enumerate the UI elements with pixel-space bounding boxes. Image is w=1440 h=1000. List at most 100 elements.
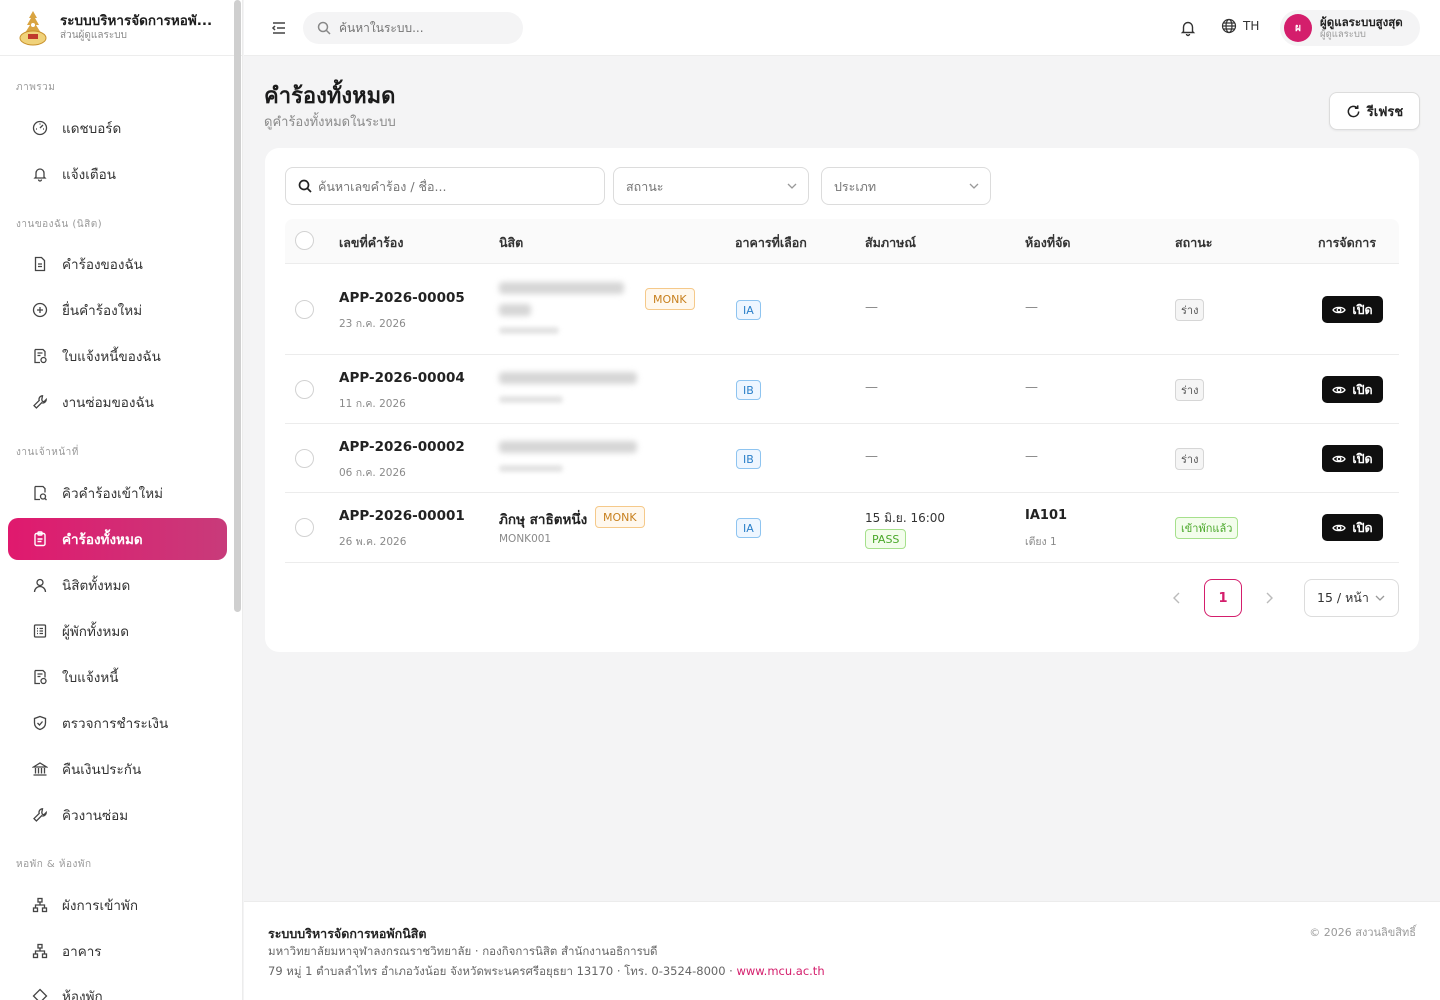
status-badge: ร่าง <box>1175 299 1205 321</box>
footer-website-link[interactable]: www.mcu.ac.th <box>737 964 825 978</box>
status-filter-input[interactable] <box>626 178 746 194</box>
select-all-checkbox[interactable] <box>295 231 314 250</box>
type-filter-input[interactable] <box>834 178 934 194</box>
sitemap-icon <box>32 897 48 913</box>
pagination-current-page[interactable]: 1 <box>1204 579 1242 617</box>
sidebar-item-deposit-refund[interactable]: คืนเงินประกัน <box>8 748 227 790</box>
sidebar-scrollbar[interactable] <box>234 0 241 612</box>
monk-tag: MONK <box>595 506 645 528</box>
building-tag: IB <box>736 380 761 400</box>
row-checkbox[interactable] <box>295 449 314 468</box>
brand-subtitle: ส่วนผู้ดูแลระบบ <box>60 30 127 41</box>
chevron-down-icon <box>1375 595 1385 601</box>
section-label-staff: งานเจ้าหน้าที่ <box>16 447 79 458</box>
brand[interactable]: ระบบบริหารจัดการหอพั... ส่วนผู้ดูแลระบบ <box>0 0 242 56</box>
row-checkbox[interactable] <box>295 300 314 319</box>
sidebar-item-all-requests[interactable]: คำร้องทั้งหมด <box>8 518 227 560</box>
interview-empty: — <box>865 380 878 395</box>
sidebar-item-rooms[interactable]: ห้องพัก <box>8 975 227 1000</box>
monk-tag: MONK <box>645 288 695 310</box>
sidebar-item-notifications[interactable]: แจ้งเตือน <box>8 153 227 195</box>
room-empty: — <box>1025 380 1038 395</box>
redacted-student-code <box>499 465 563 472</box>
sidebar-item-all-students[interactable]: นิสิตทั้งหมด <box>8 564 227 606</box>
column-header[interactable]: นิสิต <box>499 233 523 253</box>
university-logo-icon <box>19 10 47 45</box>
redacted-student-name <box>499 441 637 453</box>
page-title: คำร้องทั้งหมด <box>264 84 396 109</box>
sitemap-icon <box>32 943 48 959</box>
sidebar-item-my-repairs[interactable]: งานซ่อมของฉัน <box>8 381 227 423</box>
clipboard-icon <box>32 531 48 547</box>
invoice-icon <box>32 348 48 364</box>
shield-check-icon <box>32 715 48 731</box>
open-button[interactable]: เปิด <box>1322 296 1383 323</box>
application-number: APP-2026-00005 <box>339 290 465 306</box>
open-button[interactable]: เปิด <box>1322 445 1383 472</box>
table-row[interactable]: APP-2026-00005 23 ก.ค. 2026 MONK IA — — … <box>285 264 1399 355</box>
sidebar-item-my-requests[interactable]: คำร้องของฉัน <box>8 243 227 285</box>
dashboard-icon <box>32 120 48 136</box>
language-switcher[interactable]: TH <box>1221 18 1259 34</box>
pagination-next-icon[interactable] <box>1262 591 1276 605</box>
column-header[interactable]: สถานะ <box>1175 233 1212 253</box>
redacted-student-name <box>499 304 531 316</box>
sidebar-item-buildings[interactable]: อาคาร <box>8 930 227 972</box>
open-button[interactable]: เปิด <box>1322 514 1383 541</box>
sidebar-item-new-request[interactable]: ยื่นคำร้องใหม่ <box>8 289 227 331</box>
page-size-select[interactable]: 15 / หน้า <box>1304 579 1399 617</box>
interview-datetime: 15 มิ.ย. 16:00 <box>865 511 946 525</box>
sidebar-item-dashboard[interactable]: แดชบอร์ด <box>8 107 227 149</box>
pagination-prev-icon[interactable] <box>1170 591 1184 605</box>
sidebar-item-repair-queue[interactable]: คิวงานซ่อม <box>8 794 227 836</box>
refresh-button[interactable]: รีเฟรช <box>1329 92 1420 130</box>
plus-circle-icon <box>32 302 48 318</box>
column-header[interactable]: สัมภาษณ์ <box>865 233 916 253</box>
user-name: ผู้ดูแลระบบสูงสุด <box>1320 15 1403 29</box>
global-search-input[interactable] <box>339 21 509 35</box>
redacted-student-name <box>499 372 637 384</box>
row-checkbox[interactable] <box>295 380 314 399</box>
globe-icon <box>1221 18 1237 34</box>
user-menu[interactable]: ผ ผู้ดูแลระบบสูงสุด ผู้ดูแลระบบ <box>1280 10 1420 46</box>
menu-collapse-icon[interactable] <box>270 19 288 37</box>
column-header[interactable]: อาคารที่เลือก <box>735 233 807 253</box>
eye-icon <box>1332 386 1347 393</box>
table-row[interactable]: APP-2026-00002 06 ก.ค. 2026 IB — — ร่าง … <box>285 424 1399 493</box>
status-filter[interactable] <box>613 167 809 205</box>
chevron-down-icon <box>787 183 797 189</box>
room-empty: — <box>1025 449 1038 464</box>
request-search-input[interactable] <box>318 178 588 194</box>
assigned-bed: เตียง 1 <box>1025 536 1057 548</box>
table-row[interactable]: APP-2026-00001 26 พ.ค. 2026 ภิกษุ สาธิตห… <box>285 493 1399 563</box>
column-header[interactable]: เลขที่คำร้อง <box>339 233 403 253</box>
table-row[interactable]: APP-2026-00004 11 ก.ค. 2026 IB — — ร่าง … <box>285 355 1399 424</box>
room-empty: — <box>1025 300 1038 315</box>
invoice-icon <box>32 669 48 685</box>
footer-address-line-2: 79 หมู่ 1 ตำบลลำไทร อำเภอวังน้อย จังหวัด… <box>268 964 825 978</box>
sidebar-item-invoices[interactable]: ใบแจ้งหนี้ <box>8 656 227 698</box>
bell-icon <box>32 166 48 182</box>
request-search[interactable] <box>285 167 605 205</box>
global-search[interactable] <box>303 12 523 44</box>
type-filter[interactable] <box>821 167 991 205</box>
application-number: APP-2026-00002 <box>339 439 465 455</box>
status-badge: เข้าพักแล้ว <box>1175 517 1239 539</box>
sidebar-item-payment-check[interactable]: ตรวจการชำระเงิน <box>8 702 227 744</box>
row-checkbox[interactable] <box>295 518 314 537</box>
notification-bell-icon[interactable] <box>1179 19 1197 37</box>
sidebar-item-my-invoices[interactable]: ใบแจ้งหนี้ของฉัน <box>8 335 227 377</box>
sidebar-item-request-queue[interactable]: คิวคำร้องเข้าใหม่ <box>8 472 227 514</box>
document-icon <box>32 256 48 272</box>
column-header[interactable]: ห้องที่จัด <box>1025 233 1071 253</box>
sidebar-item-occupancy-map[interactable]: ผังการเข้าพัก <box>8 884 227 926</box>
bank-icon <box>32 761 48 777</box>
building-tag: IA <box>736 300 761 320</box>
page-subtitle: ดูคำร้องทั้งหมดในระบบ <box>264 115 396 130</box>
sidebar-item-all-residents[interactable]: ผู้พักทั้งหมด <box>8 610 227 652</box>
status-badge: ร่าง <box>1175 448 1205 470</box>
interview-empty: — <box>865 449 878 464</box>
open-button[interactable]: เปิด <box>1322 376 1383 403</box>
section-label-dorms: หอพัก & ห้องพัก <box>16 859 92 870</box>
requests-card: เลขที่คำร้อง นิสิต อาคารที่เลือก สัมภาษณ… <box>265 148 1419 652</box>
